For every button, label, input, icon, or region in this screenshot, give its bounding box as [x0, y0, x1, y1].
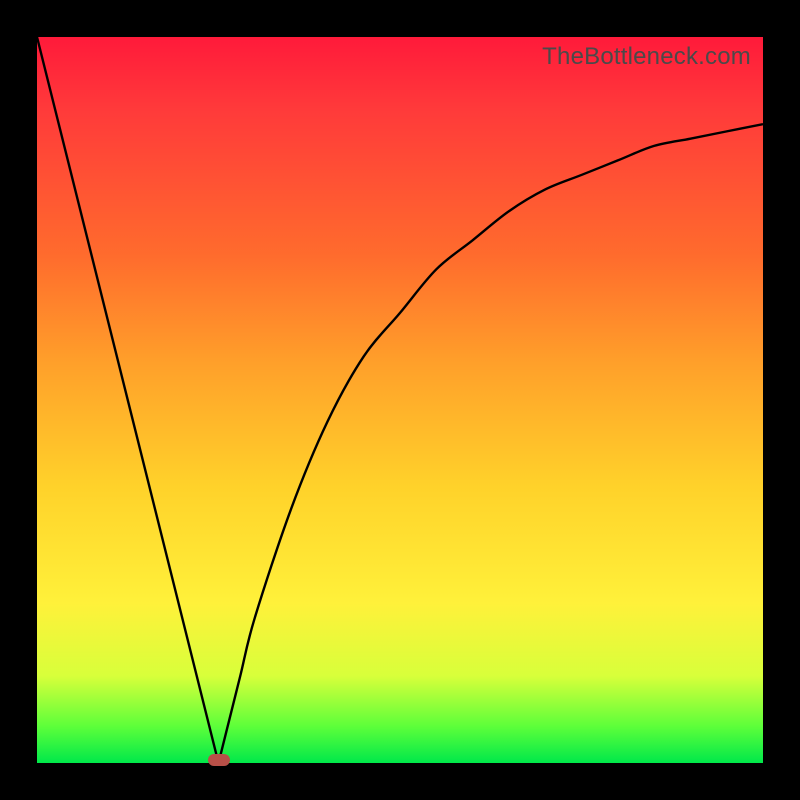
- min-marker: [208, 754, 230, 766]
- plot-area: TheBottleneck.com: [37, 37, 763, 763]
- chart-frame: TheBottleneck.com: [0, 0, 800, 800]
- bottleneck-curve: [37, 37, 763, 763]
- curve-path: [37, 37, 763, 763]
